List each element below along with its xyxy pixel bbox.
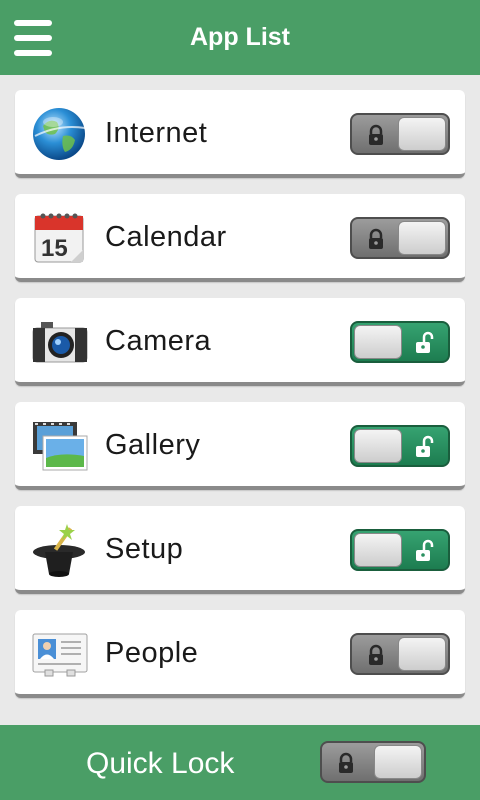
- lock-toggle[interactable]: [350, 321, 450, 363]
- page-title: App List: [190, 23, 290, 51]
- quick-lock-label: Quick Lock: [86, 747, 235, 780]
- globe-icon: [31, 106, 89, 162]
- toggle-knob: [354, 533, 402, 567]
- app-name: People: [105, 637, 199, 669]
- gallery-icon: [31, 418, 89, 474]
- lock-closed-icon: [369, 644, 383, 665]
- contact-card-icon: [31, 626, 89, 682]
- toggle-knob: [354, 429, 402, 463]
- app-row-setup[interactable]: Setup: [15, 506, 465, 594]
- menu-bar: [14, 20, 52, 26]
- lock-closed-icon: [369, 228, 383, 249]
- app-row-gallery[interactable]: Gallery: [15, 402, 465, 490]
- app-row-people[interactable]: People: [15, 610, 465, 698]
- quick-lock-toggle[interactable]: [320, 741, 426, 783]
- toggle-knob: [398, 221, 446, 255]
- app-row-internet[interactable]: Internet: [15, 90, 465, 178]
- menu-bar: [14, 35, 52, 41]
- lock-toggle[interactable]: [350, 425, 450, 467]
- app-name: Calendar: [105, 221, 227, 253]
- lock-open-icon: [416, 435, 434, 457]
- toggle-knob: [398, 117, 446, 151]
- app-name: Internet: [105, 117, 208, 149]
- menu-bar: [14, 50, 52, 56]
- lock-toggle[interactable]: [350, 217, 450, 259]
- app-name: Gallery: [105, 429, 201, 461]
- app-name: Camera: [105, 325, 212, 357]
- toggle-knob: [354, 325, 402, 359]
- lock-open-icon: [416, 331, 434, 353]
- lock-closed-icon: [339, 752, 353, 773]
- calendar-icon: 15: [31, 210, 89, 266]
- magic-hat-icon: [31, 522, 89, 578]
- quick-lock-bar: Quick Lock: [0, 725, 480, 800]
- camera-icon: [31, 314, 89, 370]
- lock-closed-icon: [369, 124, 383, 145]
- calendar-day: 15: [41, 235, 68, 262]
- toggle-knob: [374, 745, 422, 779]
- lock-open-icon: [416, 539, 434, 561]
- app-row-calendar[interactable]: 15 Calendar: [15, 194, 465, 282]
- hamburger-menu-icon[interactable]: [14, 20, 52, 56]
- app-row-camera[interactable]: Camera: [15, 298, 465, 386]
- app-name: Setup: [105, 533, 184, 565]
- lock-toggle[interactable]: [350, 529, 450, 571]
- toggle-knob: [398, 637, 446, 671]
- lock-toggle[interactable]: [350, 633, 450, 675]
- lock-toggle[interactable]: [350, 113, 450, 155]
- app-header: App List: [0, 0, 480, 75]
